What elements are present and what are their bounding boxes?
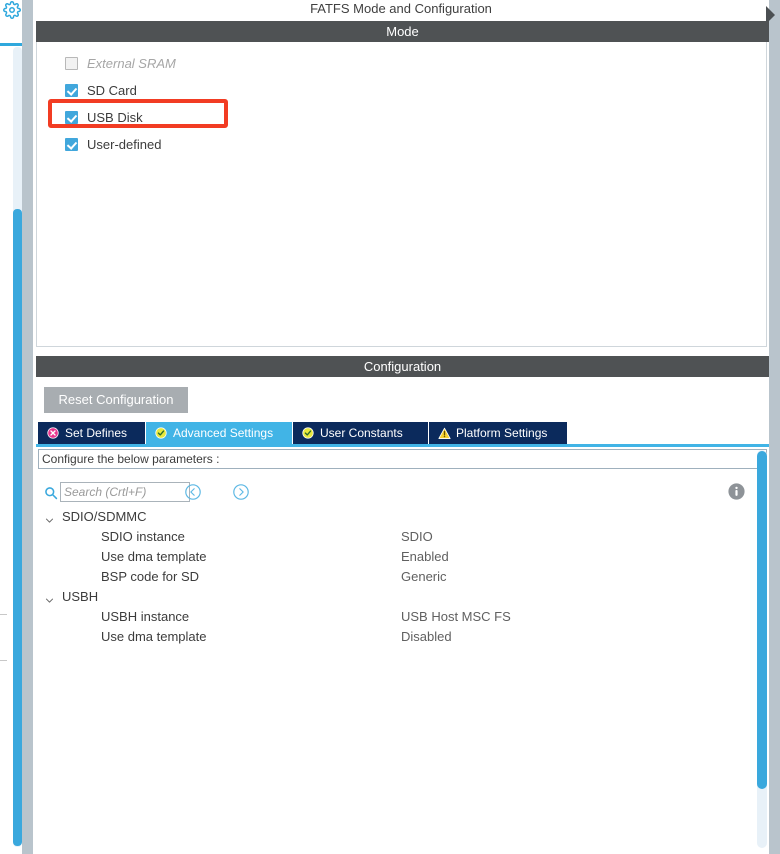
configuration-section-body: Reset Configuration Set Defines Advanced…: [36, 377, 769, 854]
param-row-use-dma-template-sdio[interactable]: Use dma template Enabled: [36, 547, 769, 567]
gear-icon[interactable]: [3, 1, 21, 19]
tree-group-sdio-sdmmc[interactable]: SDIO/SDMMC: [36, 507, 769, 527]
param-value[interactable]: Generic: [401, 567, 447, 587]
param-row-sdio-instance[interactable]: SDIO instance SDIO: [36, 527, 769, 547]
tab-active-underline: [36, 444, 769, 447]
param-value[interactable]: SDIO: [401, 527, 433, 547]
tab-label: Set Defines: [65, 426, 128, 440]
mode-option-usb-disk[interactable]: USB Disk: [65, 107, 143, 127]
tab-user-constants[interactable]: User Constants: [293, 422, 429, 444]
error-circle-icon: [47, 427, 59, 439]
tree-group-label: USBH: [62, 589, 99, 604]
page-title: FATFS Mode and Configuration: [310, 1, 492, 16]
chevron-down-icon[interactable]: [45, 593, 54, 603]
warning-triangle-icon: [438, 427, 451, 439]
param-name: BSP code for SD: [101, 569, 200, 584]
parameter-tree: SDIO/SDMMC SDIO instance SDIO Use dma te…: [36, 507, 769, 647]
checkbox-sd-card[interactable]: [65, 83, 78, 97]
tab-advanced-settings[interactable]: Advanced Settings: [146, 422, 293, 444]
search-input[interactable]: [60, 482, 190, 502]
param-name: USBH instance: [101, 609, 190, 624]
param-value[interactable]: USB Host MSC FS: [401, 607, 511, 627]
check-circle-icon: [155, 427, 167, 439]
tab-label: Platform Settings: [456, 426, 548, 440]
param-row-usbh-instance[interactable]: USBH instance USB Host MSC FS: [36, 607, 769, 627]
param-value[interactable]: Enabled: [401, 547, 449, 567]
param-name: Use dma template: [101, 629, 207, 644]
tab-label: User Constants: [320, 426, 403, 440]
rail-tick: [0, 614, 7, 615]
tree-group-usbh[interactable]: USBH: [36, 587, 769, 607]
left-rail: [0, 0, 22, 854]
configure-parameters-label: Configure the below parameters :: [38, 449, 767, 469]
mode-option-label: External SRAM: [87, 55, 176, 71]
chevron-right-circle-icon[interactable]: [232, 483, 250, 501]
checkbox-external-sram: [65, 56, 78, 70]
config-scrollbar-thumb[interactable]: [757, 451, 767, 789]
configuration-tabs: Set Defines Advanced Settings User Const…: [36, 422, 769, 444]
search-icon: [44, 486, 58, 500]
param-row-use-dma-template-usbh[interactable]: Use dma template Disabled: [36, 627, 769, 647]
check-circle-icon: [302, 427, 314, 439]
param-name: SDIO instance: [101, 529, 185, 544]
tab-platform-settings[interactable]: Platform Settings: [429, 422, 568, 444]
rail-tick: [0, 660, 7, 661]
right-divider-strip: [769, 0, 780, 854]
mode-option-sd-card[interactable]: SD Card: [65, 80, 137, 100]
checkbox-user-defined[interactable]: [65, 137, 78, 151]
mode-option-external-sram: External SRAM: [65, 53, 176, 73]
param-value[interactable]: Disabled: [401, 627, 452, 647]
chevron-down-icon[interactable]: [45, 513, 54, 523]
param-row-bsp-code-for-sd[interactable]: BSP code for SD Generic: [36, 567, 769, 587]
left-scrollbar-thumb[interactable]: [13, 209, 22, 846]
tree-group-label: SDIO/SDMMC: [62, 509, 147, 524]
configuration-section-header: Configuration: [36, 356, 769, 377]
checkbox-usb-disk[interactable]: [65, 110, 78, 124]
main-content: FATFS Mode and Configuration Mode Extern…: [33, 0, 775, 854]
mode-section-header: Mode: [36, 21, 769, 42]
chevron-left-circle-icon[interactable]: [184, 483, 202, 501]
mode-option-label: User-defined: [87, 136, 162, 152]
mode-option-user-defined[interactable]: User-defined: [65, 134, 161, 154]
param-name: Use dma template: [101, 549, 207, 564]
info-circle-icon[interactable]: [727, 482, 746, 501]
mode-option-label: USB Disk: [87, 109, 143, 125]
tab-set-defines[interactable]: Set Defines: [38, 422, 146, 444]
mode-option-label: SD Card: [87, 82, 137, 98]
mode-section-body: External SRAM SD Card USB Disk User-defi…: [36, 42, 767, 347]
reset-configuration-button[interactable]: Reset Configuration: [44, 387, 188, 413]
rail-accent-line: [0, 43, 22, 46]
tab-label: Advanced Settings: [173, 426, 274, 440]
left-divider-strip: [22, 0, 33, 854]
